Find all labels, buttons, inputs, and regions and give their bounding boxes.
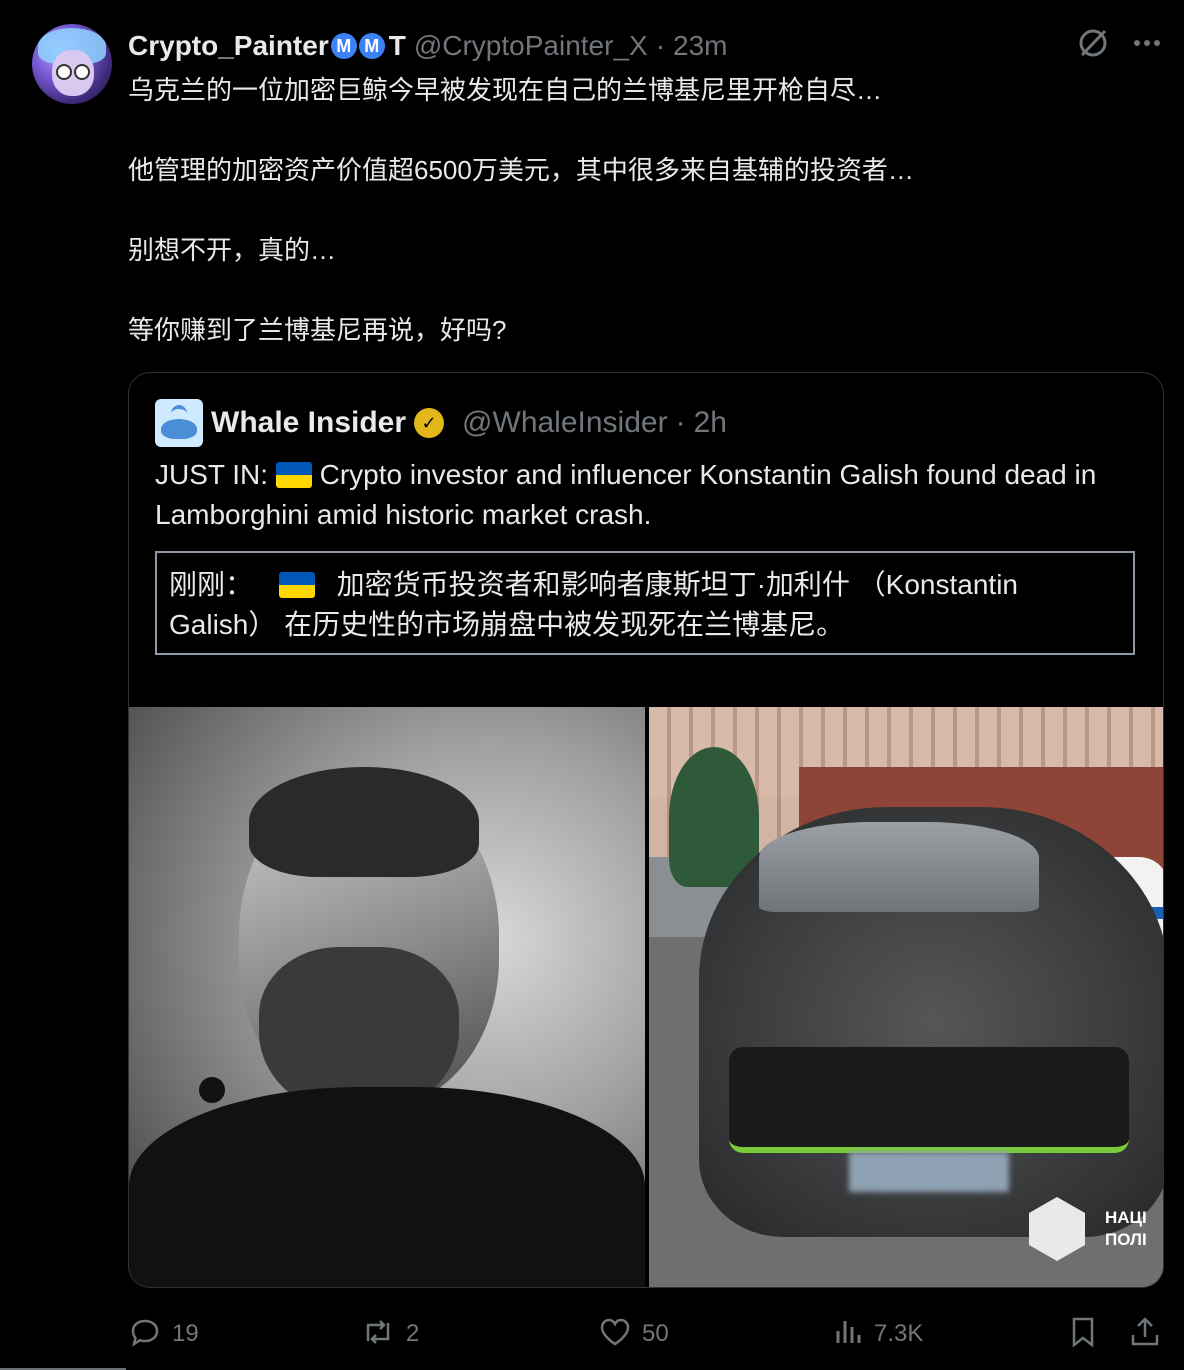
author-name[interactable]: Crypto_Painter (128, 30, 329, 62)
repost-icon (360, 1315, 396, 1354)
repost-button[interactable]: 2 (360, 1315, 419, 1354)
photo-grille (729, 1047, 1129, 1153)
watermark-line: НАЦІ (1105, 1208, 1147, 1227)
blurred-plate (849, 1152, 1009, 1192)
post-header: Crypto_Painter M M T @CryptoPainter_X · … (128, 26, 1164, 66)
reply-icon (128, 1315, 162, 1354)
quoted-post[interactable]: Whale Insider ✓ @WhaleInsider · 2h JUST … (128, 372, 1164, 1288)
action-bar: 19 2 50 7.3K (128, 1310, 1164, 1358)
quote-author-name[interactable]: Whale Insider (211, 406, 406, 440)
avatar-eye-left (56, 64, 72, 80)
views-count: 7.3K (874, 1320, 924, 1347)
reply-button[interactable]: 19 (128, 1315, 199, 1354)
headset-mic-icon (199, 1077, 225, 1103)
views-icon (834, 1315, 864, 1354)
translation-box: 刚刚： 加密货币投资者和影响者康斯坦丁·加利什 （Konstantin Gali… (155, 551, 1135, 655)
ukraine-flag-icon (275, 462, 312, 488)
m-badge-icon: M (358, 33, 385, 59)
whale-icon (161, 419, 197, 439)
quote-text: JUST IN: Crypto investor and influencer … (155, 455, 1145, 535)
post-time[interactable]: 23m (673, 30, 727, 62)
quote-time[interactable]: 2h (694, 406, 727, 440)
avatar-eye-right (74, 64, 90, 80)
post-paragraph: 他管理的加密资产价值超6500万美元，其中很多来自基辅的投资者… (128, 155, 914, 185)
post-paragraph: 等你赚到了兰博基尼再说，好吗? (128, 315, 507, 345)
header-actions (1076, 26, 1164, 68)
heart-icon (598, 1315, 632, 1354)
police-watermark: НАЦІ ПОЛІ (1105, 1207, 1147, 1251)
quote-avatar[interactable] (155, 399, 203, 447)
grok-icon[interactable] (1076, 26, 1110, 68)
post-paragraph: 乌克兰的一位加密巨鲸今早被发现在自己的兰博基尼里开枪自尽… (128, 75, 883, 105)
bookmark-button[interactable] (1068, 1315, 1098, 1354)
views-button[interactable]: 7.3K (834, 1315, 923, 1354)
like-button[interactable]: 50 (598, 1315, 669, 1354)
verified-badge-icon: ✓ (414, 408, 445, 438)
post-text: 乌克兰的一位加密巨鲸今早被发现在自己的兰博基尼里开枪自尽… 他管理的加密资产价值… (128, 70, 1148, 350)
author-handle[interactable]: @CryptoPainter_X (414, 30, 648, 62)
like-count: 50 (642, 1320, 669, 1347)
quote-text-prefix: JUST IN: (155, 459, 269, 490)
ukraine-flag-icon (278, 572, 315, 598)
separator-dot: · (675, 406, 686, 439)
quote-author-handle[interactable]: @WhaleInsider (462, 406, 668, 440)
translation-prefix: 刚刚： (169, 569, 254, 600)
photo-hair (249, 767, 479, 877)
media-grid: НАЦІ ПОЛІ (129, 707, 1163, 1287)
photo-shirt (129, 1087, 645, 1287)
share-button[interactable] (1128, 1315, 1162, 1354)
more-icon[interactable] (1130, 26, 1164, 68)
post-paragraph: 别想不开，真的… (128, 235, 337, 265)
separator-dot: · (655, 30, 666, 61)
author-avatar[interactable] (32, 24, 112, 104)
watermark-line: ПОЛІ (1105, 1230, 1147, 1249)
lamborghini-photo[interactable]: НАЦІ ПОЛІ (649, 707, 1163, 1287)
m-badge-icon: M (330, 33, 357, 59)
photo-windshield (759, 822, 1039, 912)
repost-count: 2 (406, 1320, 420, 1347)
reply-count: 19 (172, 1320, 199, 1347)
quote-header: Whale Insider ✓ @WhaleInsider · 2h (211, 401, 727, 445)
bookmark-icon (1068, 1315, 1098, 1354)
portrait-photo[interactable] (129, 707, 645, 1287)
author-name-suffix: T (388, 30, 406, 61)
share-icon (1128, 1315, 1162, 1354)
